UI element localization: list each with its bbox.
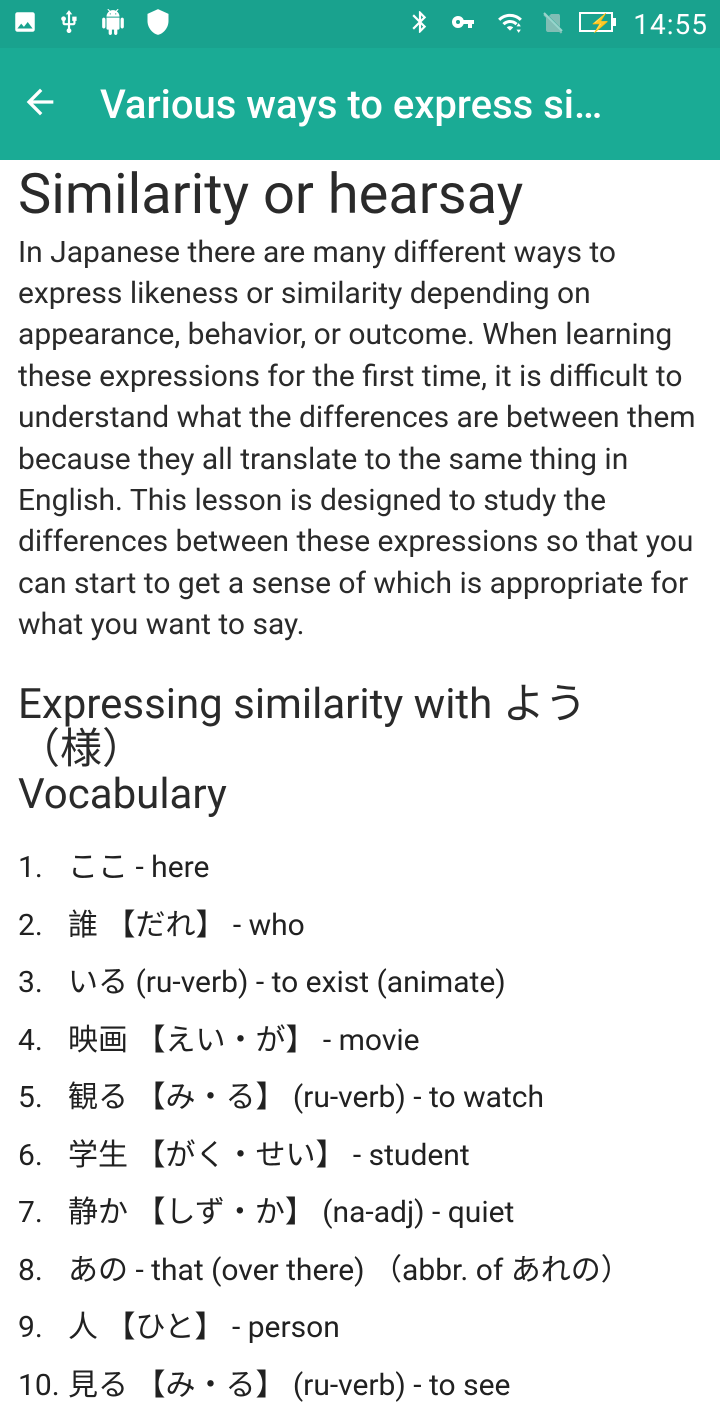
vocab-heading: Vocabulary xyxy=(18,772,702,818)
list-item: 8.あの - that (over there) （abbr. of あれの） xyxy=(18,1249,702,1293)
list-item: 6.学生 【がく・せい】 - student xyxy=(18,1134,702,1178)
list-item: 9.人 【ひと】 - person xyxy=(18,1306,702,1350)
content-area[interactable]: Similarity or hearsay In Japanese there … xyxy=(0,164,720,1407)
android-icon xyxy=(100,9,126,39)
section-heading: Expressing similarity with よう （様） xyxy=(18,682,702,773)
no-sim-icon xyxy=(541,8,565,40)
wifi-icon xyxy=(493,9,527,39)
app-bar-title: Various ways to express si… xyxy=(100,81,700,128)
usb-icon xyxy=(56,9,82,39)
app-bar: Various ways to express si… xyxy=(0,48,720,160)
shield-icon xyxy=(144,8,172,40)
list-item: 2.誰 【だれ】 - who xyxy=(18,904,702,948)
bluetooth-icon xyxy=(407,7,433,41)
status-clock: 14:55 xyxy=(633,8,708,41)
intro-paragraph: In Japanese there are many different way… xyxy=(18,232,702,646)
status-bar: ⚡ 14:55 xyxy=(0,0,720,48)
page-heading: Similarity or hearsay xyxy=(18,164,702,226)
key-icon xyxy=(447,10,479,38)
list-item: 3.いる (ru-verb) - to exist (animate) xyxy=(18,961,702,1005)
vocab-list: 1.ここ - here 2.誰 【だれ】 - who 3.いる (ru-verb… xyxy=(18,846,702,1407)
list-item: 5.観る 【み・る】 (ru-verb) - to watch xyxy=(18,1076,702,1120)
back-button[interactable] xyxy=(20,82,60,126)
list-item: 7.静か 【しず・か】 (na-adj) - quiet xyxy=(18,1191,702,1235)
battery-charging-icon: ⚡ xyxy=(579,12,613,36)
list-item: 4.映画 【えい・が】 - movie xyxy=(18,1019,702,1063)
list-item: 10.見る 【み・る】 (ru-verb) - to see xyxy=(18,1364,702,1407)
list-item: 1.ここ - here xyxy=(18,846,702,890)
picture-icon xyxy=(12,9,38,39)
